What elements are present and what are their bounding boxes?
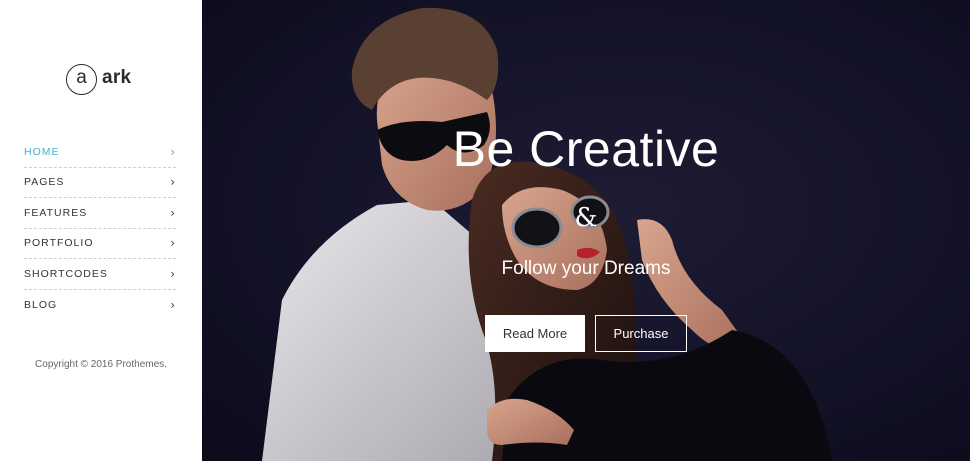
read-more-button[interactable]: Read More bbox=[485, 315, 585, 352]
hero-title: Be Creative bbox=[452, 121, 720, 177]
logo-text: ark bbox=[102, 66, 132, 88]
chevron-right-icon: › bbox=[170, 266, 175, 281]
sidebar: a ark HOME › PAGES › FEATURES › PORTFOLI… bbox=[0, 0, 202, 461]
nav-item-label: FEATURES bbox=[24, 206, 88, 219]
nav-item-label: PAGES bbox=[24, 176, 65, 189]
nav-item-label: BLOG bbox=[24, 298, 58, 311]
nav-item-features[interactable]: FEATURES › bbox=[24, 198, 176, 229]
nav-item-shortcodes[interactable]: SHORTCODES › bbox=[24, 259, 176, 290]
chevron-right-icon: › bbox=[170, 205, 175, 220]
nav-item-home[interactable]: HOME › bbox=[24, 137, 176, 168]
hero-ampersand: & bbox=[574, 203, 598, 233]
chevron-right-icon: › bbox=[170, 297, 175, 312]
purchase-button[interactable]: Purchase bbox=[595, 315, 687, 352]
chevron-right-icon: › bbox=[170, 175, 175, 190]
nav-item-label: SHORTCODES bbox=[24, 267, 108, 280]
logo[interactable]: a ark bbox=[66, 63, 131, 95]
chevron-right-icon: › bbox=[170, 144, 175, 159]
hero-subtitle: Follow your Dreams bbox=[501, 258, 671, 279]
logo-mark: a bbox=[66, 63, 97, 95]
nav-item-label: HOME bbox=[24, 145, 60, 158]
nav-item-portfolio[interactable]: PORTFOLIO › bbox=[24, 229, 176, 259]
hero-section: Be Creative & Follow your Dreams Read Mo… bbox=[202, 0, 970, 461]
nav-item-pages[interactable]: PAGES › bbox=[24, 168, 176, 198]
chevron-right-icon: › bbox=[170, 236, 175, 251]
nav-item-blog[interactable]: BLOG › bbox=[24, 290, 176, 321]
nav-item-label: PORTFOLIO bbox=[24, 237, 94, 250]
main-nav: HOME › PAGES › FEATURES › PORTFOLIO › SH… bbox=[24, 137, 176, 320]
copyright-text: Copyright © 2016 Prothemes. bbox=[35, 359, 167, 370]
